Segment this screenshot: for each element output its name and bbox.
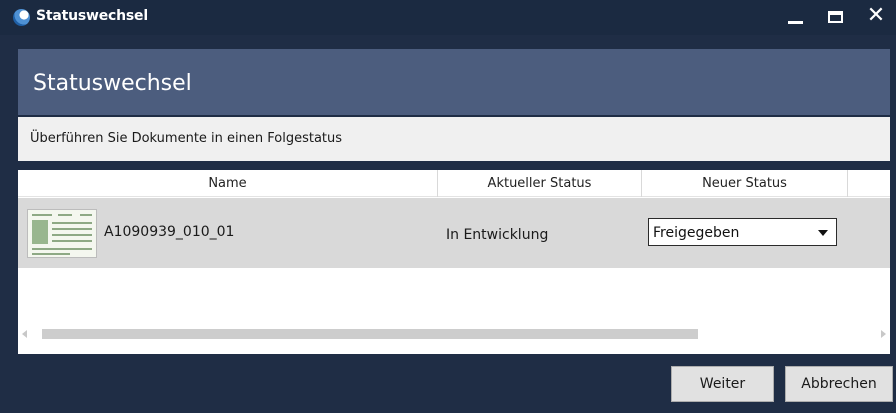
- instruction-bar: Überführen Sie Dokumente in einen Folges…: [18, 117, 890, 161]
- cancel-button[interactable]: Abbrechen: [785, 366, 893, 402]
- column-header-name[interactable]: Name: [18, 170, 438, 197]
- close-button[interactable]: ✕: [856, 0, 896, 35]
- document-thumbnail: [27, 209, 97, 258]
- scroll-right-icon[interactable]: [881, 330, 886, 338]
- new-status-value: Freigegeben: [653, 225, 740, 241]
- maximize-icon: [828, 11, 843, 23]
- documents-grid: Name Aktueller Status Neuer Status A1090…: [18, 170, 890, 354]
- close-icon: ✕: [866, 3, 886, 28]
- table-row[interactable]: A1090939_010_01 In Entwicklung Freigegeb…: [18, 198, 890, 268]
- dialog-header: Statuswechsel: [18, 49, 890, 115]
- scrollbar-thumb[interactable]: [42, 329, 698, 339]
- document-name: A1090939_010_01: [104, 224, 235, 240]
- column-header-new-status[interactable]: Neuer Status: [642, 170, 848, 197]
- page-title: Statuswechsel: [33, 71, 192, 96]
- new-status-select[interactable]: Freigegeben: [648, 218, 837, 246]
- grid-header: Name Aktueller Status Neuer Status: [18, 170, 890, 197]
- minimize-icon: [788, 21, 803, 24]
- minimize-button[interactable]: [776, 0, 816, 35]
- app-logo-icon: [13, 9, 30, 26]
- title-bar[interactable]: Statuswechsel ✕: [0, 0, 896, 35]
- window-title: Statuswechsel: [36, 8, 148, 24]
- dialog-window: Statuswechsel ✕ Statuswechsel Überführen…: [0, 0, 896, 413]
- horizontal-scrollbar[interactable]: [18, 326, 890, 342]
- maximize-button[interactable]: [816, 0, 856, 35]
- instruction-text: Überführen Sie Dokumente in einen Folges…: [30, 131, 343, 146]
- scroll-left-icon[interactable]: [22, 330, 27, 338]
- current-status: In Entwicklung: [446, 227, 549, 243]
- chevron-down-icon[interactable]: [818, 230, 828, 236]
- next-button[interactable]: Weiter: [671, 366, 774, 402]
- column-header-current-status[interactable]: Aktueller Status: [438, 170, 642, 197]
